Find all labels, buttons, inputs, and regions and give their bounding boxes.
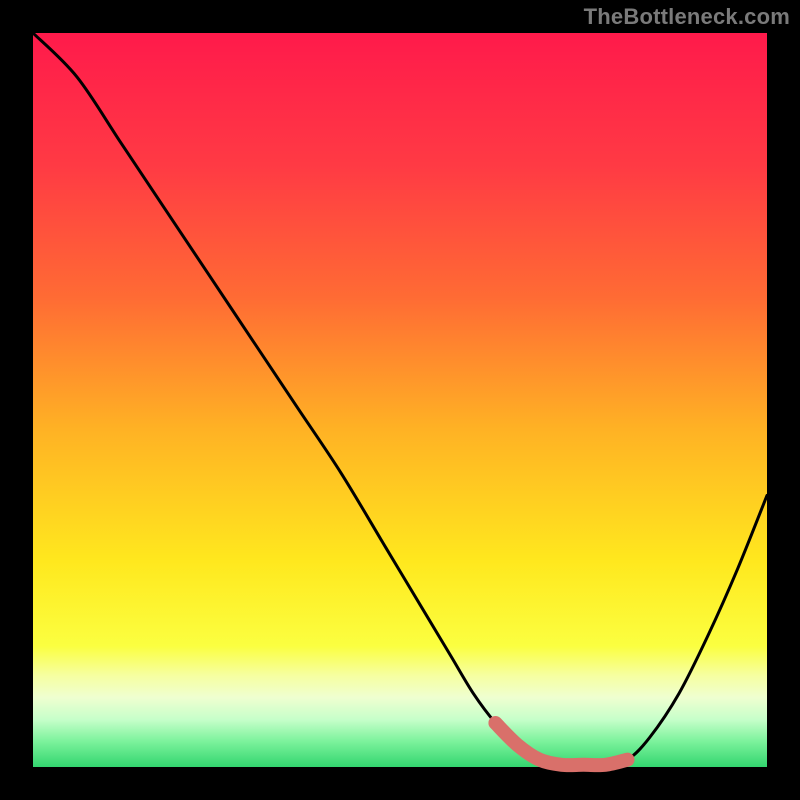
bottleneck-chart xyxy=(0,0,800,800)
chart-frame: TheBottleneck.com xyxy=(0,0,800,800)
plot-background xyxy=(33,33,767,767)
